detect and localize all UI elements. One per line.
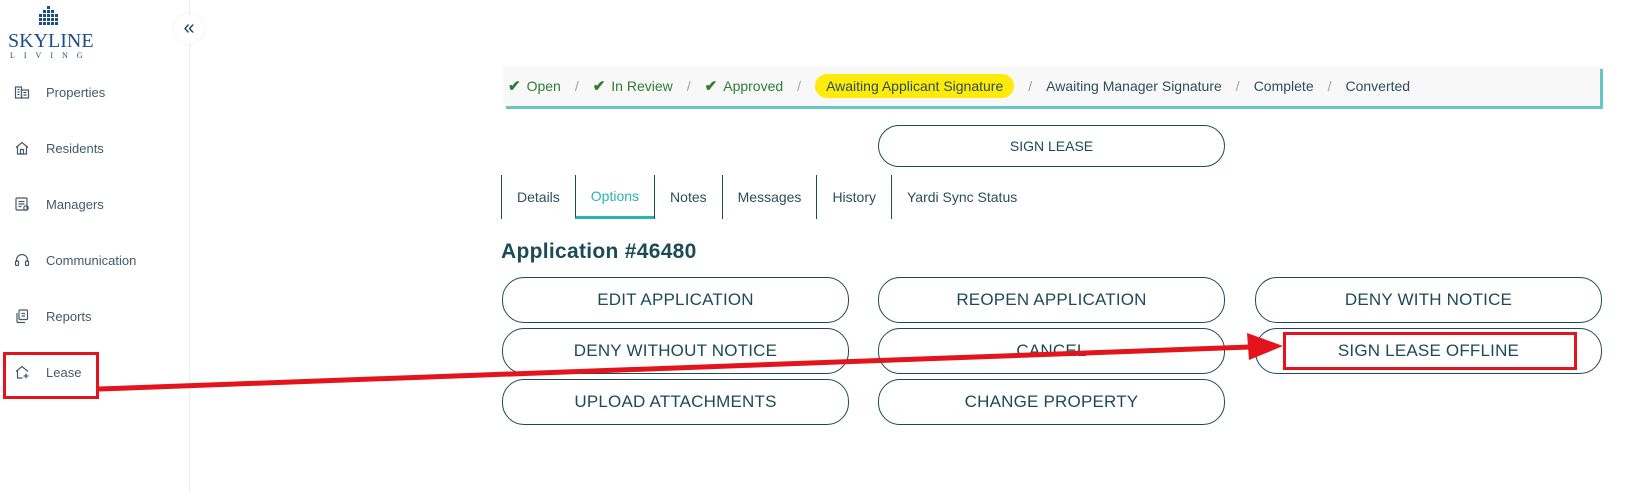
annotation-arrow <box>98 333 1283 392</box>
